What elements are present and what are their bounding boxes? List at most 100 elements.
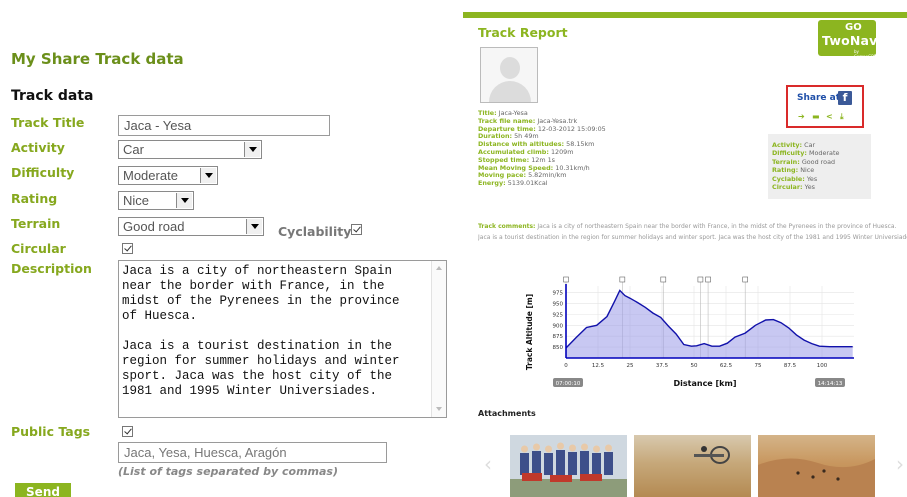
x-tick-label: 12.5 bbox=[592, 363, 605, 369]
section-title: Track data bbox=[11, 88, 94, 104]
y-axis-label: Track Altitude [m] bbox=[525, 294, 534, 370]
public-tags-checkbox[interactable] bbox=[122, 426, 133, 437]
share-box: Share at f ➔ ▬ < ⤓ bbox=[786, 85, 864, 128]
cyclability-label: Cyclability bbox=[278, 224, 352, 239]
desert-bike-image bbox=[694, 446, 730, 464]
circular-label: Circular bbox=[11, 241, 66, 256]
rating-label: Rating bbox=[11, 191, 58, 206]
x-tick-label: 50 bbox=[691, 363, 698, 369]
start-time-badge: 07:00:10 bbox=[553, 378, 583, 387]
y-tick-label: 875 bbox=[553, 334, 564, 340]
share-icon[interactable]: < bbox=[826, 112, 833, 121]
track-title-input[interactable]: Jaca - Yesa bbox=[118, 115, 330, 136]
avatar-body-shape bbox=[489, 81, 531, 102]
terrain-select[interactable]: Good road bbox=[118, 217, 264, 236]
email-icon[interactable]: ▬ bbox=[812, 112, 820, 121]
x-tick-labels: 0 12.5 25 37.5 50 62.5 75 87.5 100 bbox=[564, 363, 827, 369]
attachment-photo-desert-bike[interactable] bbox=[634, 435, 751, 497]
prop-row: Cyclable: Yes bbox=[772, 174, 818, 183]
waypoint-marker bbox=[619, 276, 626, 283]
rating-select[interactable]: Nice bbox=[118, 191, 194, 210]
x-tick-label: 75 bbox=[755, 363, 762, 369]
y-tick-label: 975 bbox=[553, 291, 564, 297]
difficulty-select-value: Moderate bbox=[123, 168, 178, 183]
attachment-photo-team[interactable] bbox=[510, 435, 627, 497]
difficulty-select[interactable]: Moderate bbox=[118, 166, 218, 185]
cyclability-checkbox[interactable] bbox=[351, 224, 362, 235]
prop-row: Activity: Car bbox=[772, 141, 816, 149]
difficulty-label: Difficulty bbox=[11, 165, 75, 180]
activity-select-value: Car bbox=[123, 142, 144, 157]
twonav-logo: GO TwoNav by CompeGPS bbox=[818, 20, 878, 59]
chevron-down-icon bbox=[176, 193, 192, 208]
logo-subtext: by CompeGPS bbox=[854, 49, 877, 59]
x-tick-label: 0 bbox=[564, 363, 568, 369]
end-time-badge: 14:14:13 bbox=[815, 378, 845, 387]
chevron-left-icon[interactable]: ‹ bbox=[484, 452, 492, 476]
prop-row: Difficulty: Moderate bbox=[772, 149, 840, 158]
comments-paragraph-2: Jaca is a tourist destination in the reg… bbox=[478, 234, 907, 242]
activity-select[interactable]: Car bbox=[118, 140, 262, 159]
track-meta-list: Title: Jaca-Yesa Track file name: Jaca-Y… bbox=[478, 109, 606, 188]
report-top-bar bbox=[463, 12, 907, 18]
chevron-down-icon bbox=[200, 168, 216, 183]
comments-paragraph-1: Track comments: Jaca is a city of northe… bbox=[478, 223, 897, 230]
waypoint-marker bbox=[660, 276, 667, 283]
scroll-up-icon[interactable] bbox=[436, 266, 442, 270]
description-scrollbar[interactable] bbox=[431, 261, 446, 417]
avatar-head-shape bbox=[500, 57, 520, 79]
tags-hint: (List of tags separated by commas) bbox=[118, 465, 338, 478]
description-label: Description bbox=[11, 261, 92, 276]
share-label: Share at bbox=[797, 93, 841, 103]
x-tick-label: 100 bbox=[817, 363, 828, 369]
scroll-down-icon[interactable] bbox=[436, 407, 442, 411]
terrain-select-value: Good road bbox=[123, 219, 185, 234]
track-comments: Track comments: Jaca is a city of northe… bbox=[478, 223, 907, 242]
waypoint-marker bbox=[697, 276, 704, 283]
terrain-label: Terrain bbox=[11, 216, 61, 231]
download-icon[interactable]: ⤓ bbox=[840, 112, 844, 122]
desert-dunes-image bbox=[758, 458, 875, 497]
end-time-text: 14:14:13 bbox=[818, 381, 843, 387]
waypoint-marker bbox=[742, 276, 748, 283]
x-tick-label: 87.5 bbox=[784, 363, 797, 369]
rating-select-value: Nice bbox=[123, 193, 150, 208]
altitude-chart: 850 875 900 925 950 975 0 12.5 25 37.5 50 62.5 75 87… bbox=[525, 276, 854, 388]
x-tick-label: 25 bbox=[627, 363, 634, 369]
activity-label: Activity bbox=[11, 140, 65, 155]
chevron-right-icon[interactable]: › bbox=[896, 452, 904, 476]
send-button[interactable]: Send bbox=[15, 483, 71, 497]
team-photo-image bbox=[510, 435, 627, 497]
start-time-text: 07:00:10 bbox=[556, 381, 581, 387]
x-axis-label: Distance [km] bbox=[674, 379, 737, 388]
logo-icon: GO bbox=[845, 22, 862, 33]
prop-row: Rating: Nice bbox=[772, 166, 815, 175]
prop-row: Terrain: Good road bbox=[772, 157, 836, 166]
arrow-right-icon[interactable]: ➔ bbox=[798, 112, 805, 121]
track-title-label: Track Title bbox=[11, 115, 85, 130]
y-tick-label: 850 bbox=[553, 345, 564, 351]
description-text: Jaca is a city of northeastern Spain nea… bbox=[122, 264, 400, 398]
circular-checkbox[interactable] bbox=[122, 243, 133, 254]
x-tick-label: 37.5 bbox=[656, 363, 669, 369]
tags-input[interactable]: Jaca, Yesa, Huesca, Aragón bbox=[118, 442, 387, 463]
altitude-area bbox=[566, 290, 853, 358]
prop-row: Circular: Yes bbox=[772, 183, 815, 192]
attachments-title: Attachments bbox=[478, 409, 536, 418]
report-title: Track Report bbox=[478, 25, 568, 40]
attachment-photo-desert-dunes[interactable] bbox=[758, 435, 875, 497]
waypoint-marker bbox=[563, 276, 569, 283]
waypoint-marker bbox=[705, 276, 711, 283]
y-tick-label: 900 bbox=[553, 323, 564, 329]
chevron-down-icon bbox=[244, 142, 260, 157]
y-tick-labels: 850 875 900 925 950 975 bbox=[553, 291, 564, 352]
x-tick-label: 62.5 bbox=[720, 363, 733, 369]
facebook-icon[interactable]: f bbox=[838, 91, 852, 105]
logo-text: TwoNav bbox=[822, 33, 878, 48]
description-textarea[interactable]: Jaca is a city of northeastern Spain nea… bbox=[118, 260, 447, 418]
chevron-down-icon bbox=[246, 219, 262, 234]
y-tick-label: 925 bbox=[553, 312, 564, 318]
meta-row: Energy: 5139.01Kcal bbox=[478, 179, 548, 188]
public-tags-label: Public Tags bbox=[11, 424, 91, 439]
avatar bbox=[480, 47, 538, 103]
